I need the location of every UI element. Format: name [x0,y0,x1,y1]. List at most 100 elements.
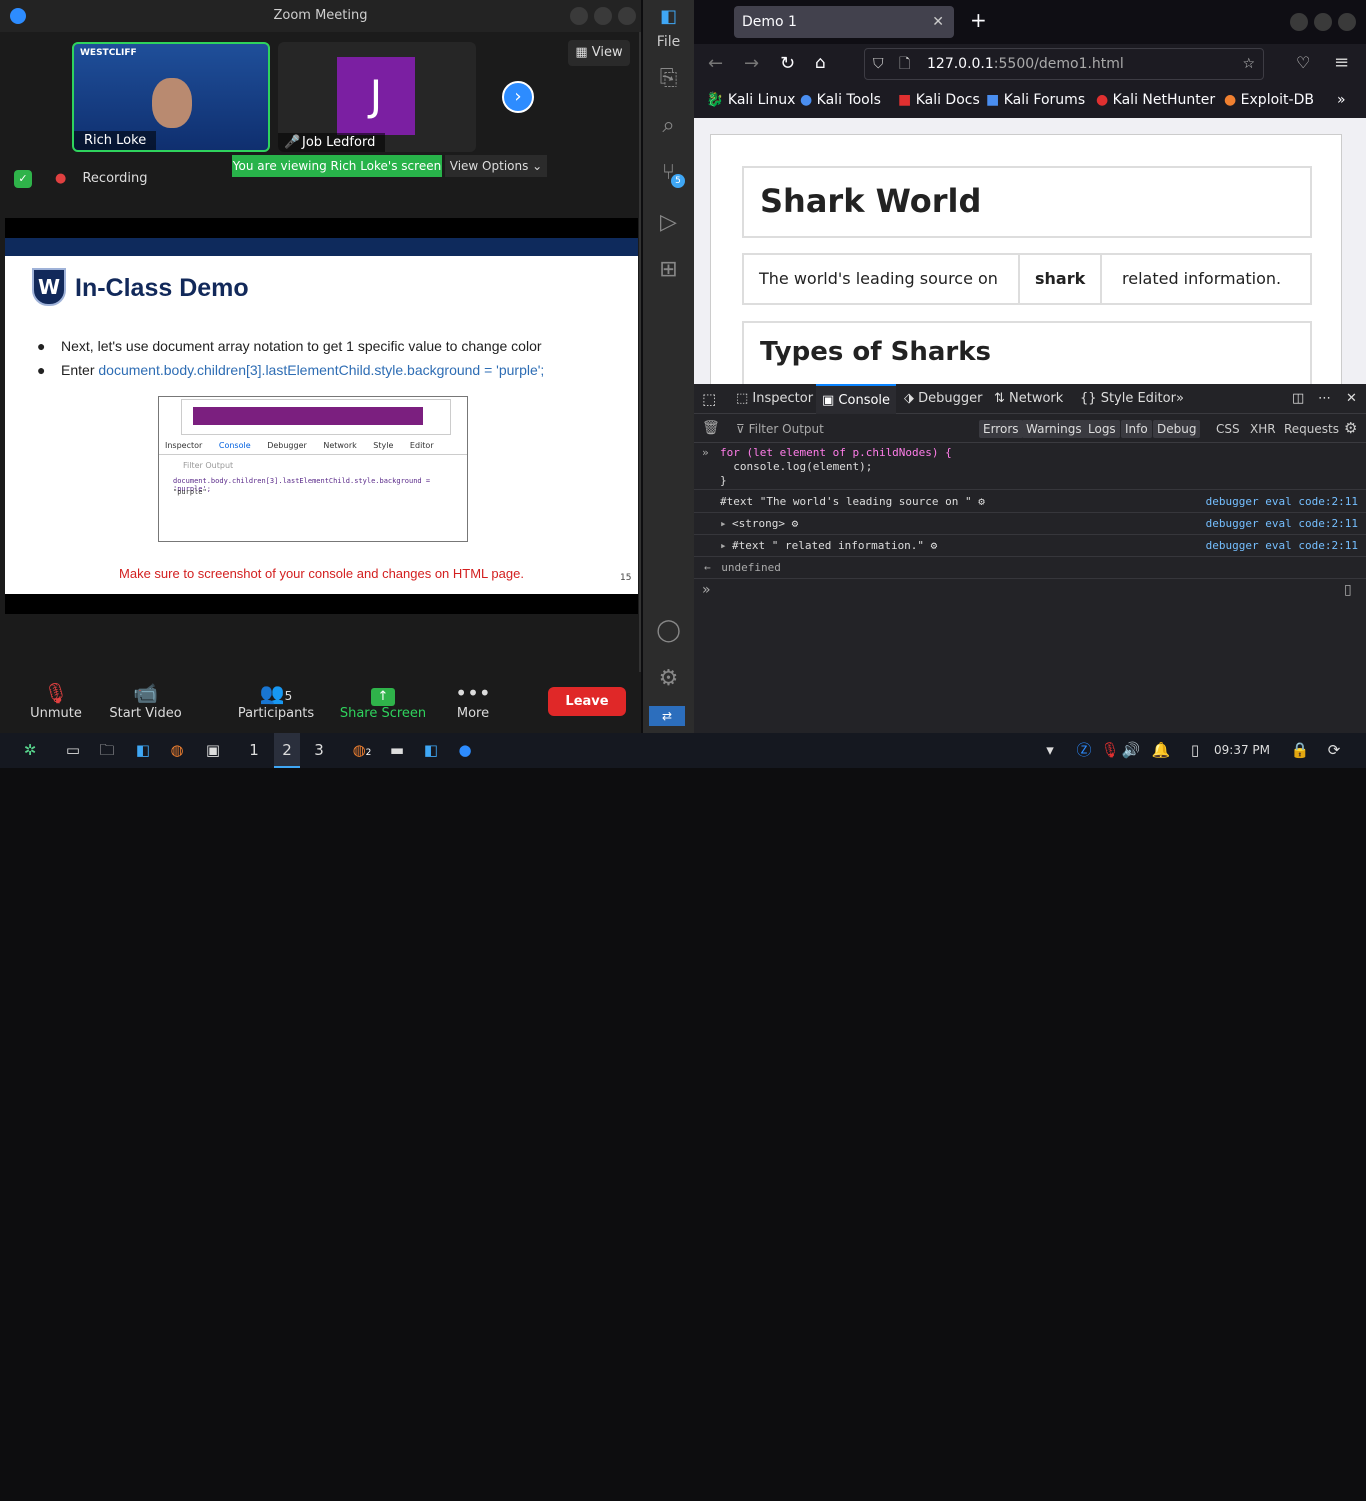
tab-inspector[interactable]: ⬚ Inspector [736,384,813,414]
volume-icon[interactable]: 🔊 [1120,733,1142,768]
search-icon[interactable]: ⌕ [643,113,694,138]
leave-button[interactable]: Leave [548,687,626,716]
console-log-row[interactable]: #text "The world's leading source on " ⚙… [694,491,1366,513]
mic-icon[interactable]: 🎙 [1100,733,1120,768]
bookmark-kali-nethunter[interactable]: ● Kali NetHunter [1096,86,1215,114]
home-button[interactable]: ⌂ [815,53,826,73]
shield-icon[interactable]: ✓ [14,170,32,188]
video-tile-job[interactable]: J 🎤 Job Ledford [278,42,476,152]
menu-icon[interactable]: ≡ [1334,52,1349,73]
explorer-icon[interactable]: ⎘ [643,66,694,91]
bookmark-kali-tools[interactable]: ● Kali Tools [800,86,881,114]
kali-menu-icon[interactable]: ✲ [16,733,44,768]
tab-console[interactable]: ▣ Console [816,384,897,414]
console-log-row[interactable]: ▸ #text " related information." ⚙ debugg… [694,535,1366,557]
remote-icon[interactable]: ⇄ [649,706,685,726]
workspace-1[interactable]: 1 [243,733,265,768]
filter-css[interactable]: CSS [1216,422,1240,436]
view-button[interactable]: ▦ View [568,40,630,66]
filter-info[interactable]: Info [1121,420,1152,438]
share-screen-button[interactable]: ↑ Share Screen [338,680,428,721]
workspace-2[interactable]: 2 [274,733,300,768]
view-options-button[interactable]: View Options ⌄ [445,155,547,177]
participants-button[interactable]: 👥5 Participants [231,680,321,721]
vscode-window-icon[interactable]: ◧ [418,733,444,768]
forward-button[interactable]: → [744,53,759,74]
close-button[interactable] [618,7,636,25]
filter-errors[interactable]: Errors [979,420,1023,438]
maximize-button[interactable] [1314,13,1332,31]
console-settings-icon[interactable]: ⚙ [1344,419,1357,437]
more-tabs-icon[interactable]: » [1176,384,1184,414]
trash-icon[interactable]: 🗑 [702,420,720,436]
minimize-button[interactable] [570,7,588,25]
desktop-icon[interactable]: ▭ [60,733,86,768]
close-devtools-icon[interactable]: ✕ [1346,384,1357,414]
bookmark-kali-linux[interactable]: 🐉 Kali Linux [706,86,795,114]
lock-icon[interactable]: 🔒 [1288,733,1312,768]
filter-xhr[interactable]: XHR [1250,422,1276,436]
dock-icon[interactable]: ◫ [1292,384,1304,414]
clock[interactable]: 09:37 PM [1210,733,1274,768]
filter-logs[interactable]: Logs [1084,420,1120,438]
bookmark-star-icon[interactable]: ☆ [1242,49,1255,79]
console-log-row[interactable]: ▸ <strong> ⚙ debugger eval code:2:11 [694,513,1366,535]
url-bar[interactable]: ⛉ 🗋 127.0.0.1:5500/demo1.html ☆ [864,48,1264,80]
filter-requests[interactable]: Requests [1284,422,1339,436]
console-prompt[interactable]: » [702,582,711,598]
logout-icon[interactable]: ⟳ [1322,733,1346,768]
source-control-icon[interactable]: ⑂ 5 [643,160,694,188]
editor-mode-icon[interactable]: ▯ [1344,582,1352,598]
pocket-icon[interactable]: ♡ [1296,53,1310,72]
bookmark-kali-docs[interactable]: ■ Kali Docs [898,86,980,114]
log-source-link[interactable]: debugger eval code:2:11 [1206,513,1358,535]
account-icon[interactable]: ◯ [643,618,694,643]
expand-arrow-icon[interactable]: ▸ [720,535,727,557]
more-button[interactable]: ••• More [428,680,518,721]
start-video-button[interactable]: 📹 Start Video [93,680,198,721]
extensions-icon[interactable]: ⊞ [643,257,694,282]
close-tab-icon[interactable]: ✕ [932,6,944,38]
tab-debugger[interactable]: ⬗ Debugger [904,384,983,414]
video-tile-rich[interactable]: WESTCLIFF Rich Loke [72,42,270,152]
reload-button[interactable]: ↻ [780,53,795,74]
battery-icon[interactable]: ▯ [1184,733,1206,768]
maximize-button[interactable] [594,7,612,25]
bookmark-exploit-db[interactable]: ● Exploit-DB [1224,86,1314,114]
window-icon[interactable]: ▬ [384,733,410,768]
vscode-icon[interactable]: ◧ [130,733,156,768]
zoom-window-icon[interactable]: ● [452,733,478,768]
gear-icon[interactable]: ⚙ [643,666,694,691]
unmute-button[interactable]: 🎙 Unmute [11,680,101,721]
close-button[interactable] [1338,13,1356,31]
log-source-link[interactable]: debugger eval code:2:11 [1206,491,1358,513]
recording-indicator[interactable]: ● Recording [55,170,148,188]
new-tab-button[interactable]: + [970,8,987,32]
log-source-link[interactable]: debugger eval code:2:11 [1206,535,1358,557]
back-button[interactable]: ← [708,53,723,74]
terminal-icon[interactable]: ▣ [200,733,226,768]
shield-icon[interactable]: ⛉ [873,49,884,79]
filter-input[interactable]: ⊽ Filter Output [736,422,824,436]
bookmark-kali-forums[interactable]: ■ Kali Forums [986,86,1085,114]
pick-element-icon[interactable]: ⬚ [702,384,716,414]
filter-warnings[interactable]: Warnings [1022,420,1086,438]
minimize-button[interactable] [1290,13,1308,31]
firefox-icon[interactable]: ◍ [164,733,190,768]
tab-network[interactable]: ⇅ Network [994,384,1063,414]
more-bookmarks-icon[interactable]: » [1337,86,1346,114]
notifications-icon[interactable]: 🔔 [1150,733,1172,768]
expand-arrow-icon[interactable]: ▸ [720,513,727,535]
filter-debug[interactable]: Debug [1153,420,1201,438]
run-debug-icon[interactable]: ▷ [643,210,694,235]
zoom-tray-icon[interactable]: Ⓩ [1072,733,1096,768]
next-page-button[interactable]: › [502,81,534,113]
file-menu[interactable]: File [643,34,694,50]
workspace-3[interactable]: 3 [308,733,330,768]
firefox-window-icon[interactable]: ◍2 [348,733,376,768]
more-options-icon[interactable]: ⋯ [1318,384,1331,414]
tab-style-editor[interactable]: {} Style Editor [1080,384,1176,414]
wifi-icon[interactable]: ▾ [1038,733,1062,768]
tab-demo1[interactable]: Demo 1 ✕ [734,6,954,38]
files-icon[interactable]: 🗀 [94,733,120,768]
